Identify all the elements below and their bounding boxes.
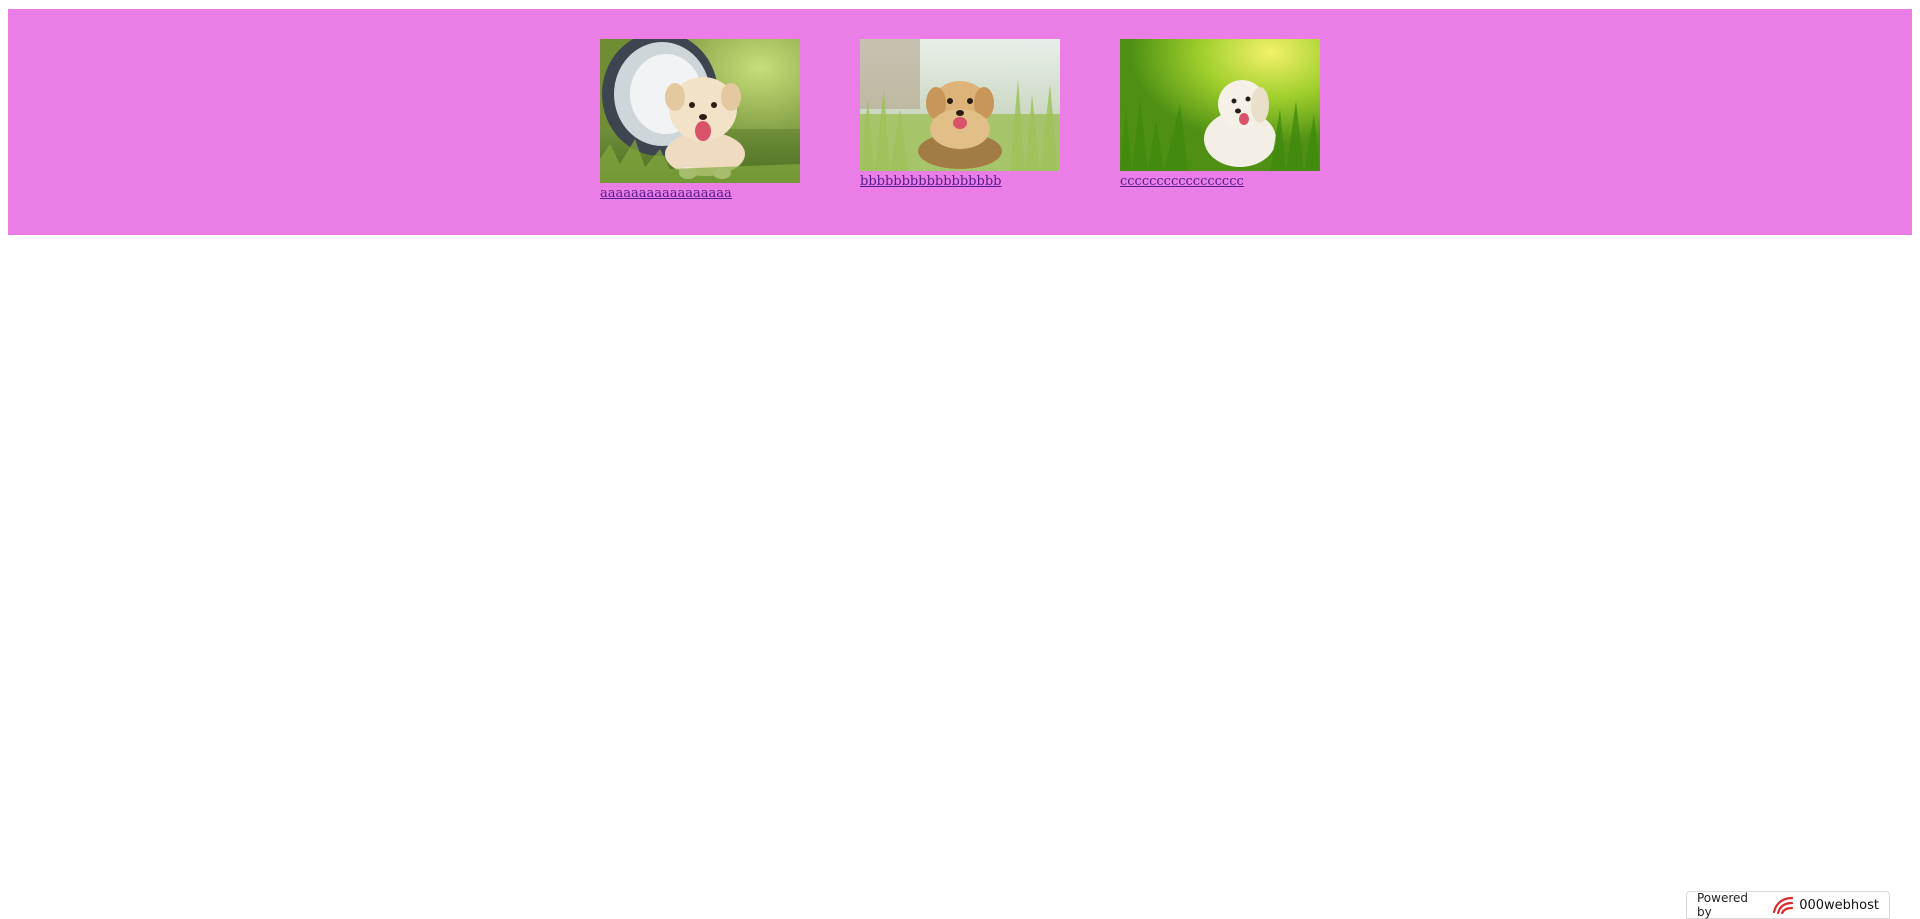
puppy-meadow-image[interactable] — [1120, 39, 1320, 171]
puppy-grass-image[interactable] — [860, 39, 1060, 171]
gallery-caption-2[interactable]: bbbbbbbbbbbbbbbbb — [860, 174, 1060, 190]
gallery-banner: aaaaaaaaaaaaaaaaa bbbbbbbbbbbbbbbbb cccc… — [8, 9, 1912, 235]
puppy-bucket-image[interactable] — [600, 39, 800, 183]
000webhost-logo-icon — [1771, 895, 1795, 915]
gallery-card-1: aaaaaaaaaaaaaaaaa — [600, 39, 800, 202]
gallery-caption-1[interactable]: aaaaaaaaaaaaaaaaa — [600, 186, 800, 202]
gallery-card-3: ccccccccccccccccc — [1120, 39, 1320, 190]
gallery-caption-3[interactable]: ccccccccccccccccc — [1120, 174, 1320, 190]
gallery-card-2: bbbbbbbbbbbbbbbbb — [860, 39, 1060, 190]
brand-name: 000webhost — [1799, 897, 1879, 913]
